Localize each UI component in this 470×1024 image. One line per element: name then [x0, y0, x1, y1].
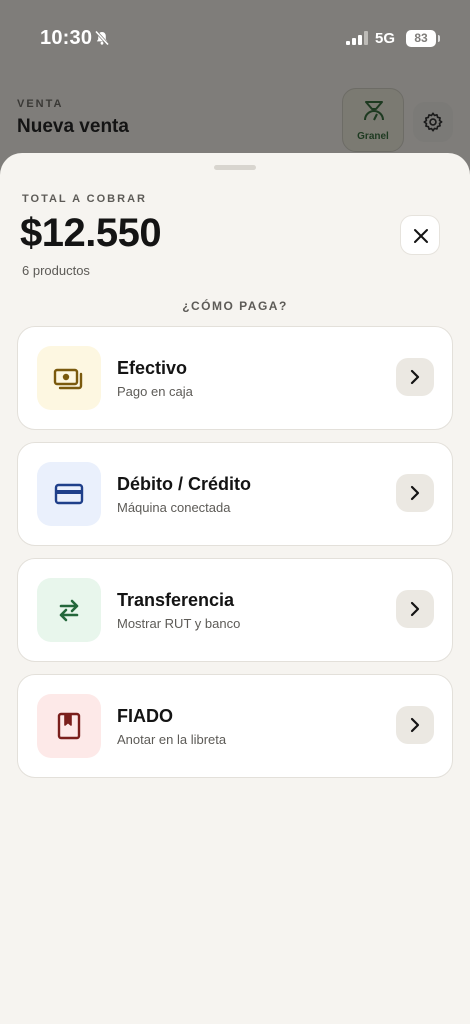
- close-button[interactable]: [400, 215, 440, 255]
- chevron-right-icon: [410, 369, 420, 385]
- payment-question: ¿CÓMO PAGA?: [182, 299, 288, 313]
- chevron-right-icon: [410, 601, 420, 617]
- cash-icon: [53, 368, 83, 390]
- background-header: VENTA Nueva venta: [17, 98, 129, 138]
- transfer-icon: [59, 599, 79, 622]
- granel-button[interactable]: Granel: [342, 88, 404, 152]
- cash-icon-tile: [37, 346, 101, 410]
- method-arrow-button[interactable]: [396, 358, 434, 396]
- payment-method-fiado[interactable]: FIADO Anotar en la libreta: [17, 674, 453, 778]
- method-subtitle: Pago en caja: [117, 384, 193, 399]
- method-arrow-button[interactable]: [396, 474, 434, 512]
- method-title: FIADO: [117, 706, 173, 726]
- bell-muted-icon: [94, 30, 110, 46]
- payment-method-transfer[interactable]: Transferencia Mostrar RUT y banco: [17, 558, 453, 662]
- transfer-icon-tile: [37, 578, 101, 642]
- card-icon-tile: [37, 462, 101, 526]
- payment-method-cash[interactable]: Efectivo Pago en caja: [17, 326, 453, 430]
- page-title: Nueva venta: [17, 116, 129, 137]
- total-amount: $12.550: [20, 211, 162, 255]
- chevron-right-icon: [410, 485, 420, 501]
- payment-method-card[interactable]: Débito / Crédito Máquina conectada: [17, 442, 453, 546]
- notebook-icon: [57, 712, 81, 740]
- status-time: 10:30: [40, 27, 93, 49]
- card-icon: [54, 483, 84, 505]
- status-bar: 10:30 5G 83: [0, 0, 470, 76]
- method-subtitle: Mostrar RUT y banco: [117, 616, 241, 631]
- page-kicker: VENTA: [17, 98, 64, 110]
- battery-indicator: 83: [406, 30, 440, 47]
- method-subtitle: Máquina conectada: [117, 500, 231, 515]
- close-icon: [414, 229, 428, 243]
- product-count: 6 productos: [22, 263, 90, 278]
- method-title: Transferencia: [117, 590, 235, 610]
- network-label: 5G: [375, 30, 396, 47]
- signal-icon: [346, 31, 368, 45]
- method-arrow-button[interactable]: [396, 706, 434, 744]
- method-arrow-button[interactable]: [396, 590, 434, 628]
- notebook-icon-tile: [37, 694, 101, 758]
- method-title: Débito / Crédito: [117, 474, 251, 494]
- total-kicker: TOTAL A COBRAR: [22, 193, 147, 205]
- settings-button[interactable]: [413, 102, 453, 142]
- gear-icon: [423, 112, 443, 132]
- payment-sheet: TOTAL A COBRAR $12.550 6 productos ¿CÓMO…: [0, 153, 470, 1024]
- scale-icon: [364, 101, 384, 121]
- method-subtitle: Anotar en la libreta: [117, 732, 227, 747]
- chevron-right-icon: [410, 717, 420, 733]
- sheet-grabber[interactable]: [214, 165, 256, 170]
- granel-label: Granel: [357, 131, 389, 142]
- method-title: Efectivo: [117, 358, 188, 378]
